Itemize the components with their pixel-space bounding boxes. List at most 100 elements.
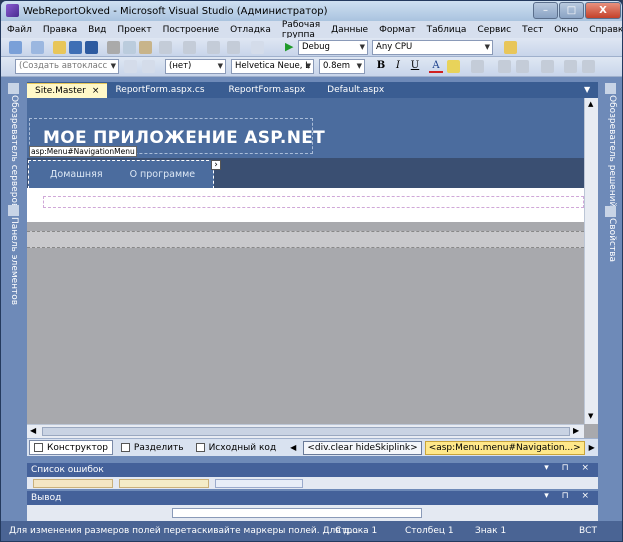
toolbox-tab[interactable]: Панель элементов	[9, 217, 19, 305]
close-tab-icon[interactable]: ×	[92, 84, 100, 98]
source-icon	[195, 443, 205, 452]
tag-crumb-menu[interactable]: <asp:Menu.menu#Navigation...>	[424, 440, 585, 455]
menu-table[interactable]: Таблица	[427, 25, 467, 35]
font-color-button[interactable]: A	[429, 59, 443, 73]
style-class-select[interactable]: (Создать автокласс ▼	[15, 59, 119, 74]
configuration-value: Debug	[302, 42, 330, 52]
menu-help[interactable]: Справка	[589, 25, 622, 35]
tab-default-aspx[interactable]: Default.aspx	[319, 83, 392, 98]
bold-button[interactable]: B	[374, 59, 388, 73]
start-debugging-icon[interactable]: ▶	[285, 40, 293, 53]
menu-tools[interactable]: Сервис	[477, 25, 511, 35]
minimize-button[interactable]: –	[533, 2, 558, 19]
menu-file[interactable]: Файл	[7, 25, 32, 35]
messages-filter-button[interactable]	[215, 479, 303, 488]
publish-icon[interactable]	[251, 41, 264, 54]
redo-icon[interactable]	[183, 41, 196, 54]
font-family-select[interactable]: Helvetica Neue, L ▼	[231, 59, 314, 74]
output-header[interactable]: Вывод ▾ ⊓ ×	[27, 491, 598, 505]
open-file-icon[interactable]	[53, 41, 66, 54]
output-body	[27, 505, 598, 521]
menu-debug[interactable]: Отладка	[230, 25, 271, 35]
outdent-icon[interactable]	[564, 60, 577, 73]
style-class-value: (Создать автокласс	[19, 61, 108, 71]
undo-icon[interactable]	[159, 41, 172, 54]
indent-icon[interactable]	[582, 60, 595, 73]
panel-controls[interactable]: ▾ ⊓ ×	[544, 491, 594, 501]
scroll-up-icon[interactable]: ▲	[588, 100, 593, 108]
crumb-scroll-left-icon[interactable]: ◀	[286, 443, 300, 452]
design-view-button[interactable]: Конструктор	[29, 440, 113, 455]
find-in-files-icon[interactable]	[504, 41, 517, 54]
menu-test[interactable]: Тест	[522, 25, 543, 35]
navigate-backward-icon[interactable]	[207, 41, 220, 54]
nav-item-about[interactable]: О программе	[130, 169, 196, 180]
menu-project[interactable]: Проект	[117, 25, 151, 35]
scroll-right-icon[interactable]: ▶	[573, 426, 579, 435]
menu-edit[interactable]: Правка	[43, 25, 77, 35]
content-placeholder	[43, 196, 584, 208]
save-all-icon[interactable]	[85, 41, 98, 54]
horizontal-scrollbar[interactable]: ◀ ▶	[27, 424, 584, 438]
configuration-select[interactable]: Debug ▼	[298, 40, 368, 55]
navigation-menu[interactable]: Домашняя О программе	[28, 160, 214, 189]
tab-list-dropdown-icon[interactable]: ▼	[584, 85, 594, 95]
font-size-select[interactable]: 0.8em ▼	[319, 59, 365, 74]
right-tool-strip: Обозреватель решений Свойства	[602, 81, 620, 461]
toolbox-icon	[8, 205, 19, 216]
tab-reportform-aspx[interactable]: ReportForm.aspx	[221, 83, 314, 98]
tag-crumb-div[interactable]: <div.clear hideSkiplink>	[303, 440, 422, 455]
smart-tag-arrow[interactable]: ›	[211, 160, 221, 170]
solution-explorer-tab[interactable]: Обозреватель решений	[607, 95, 617, 207]
menu-build[interactable]: Построение	[163, 25, 220, 35]
left-tool-strip: Обозреватель серверов Панель элементов	[5, 81, 23, 461]
block-format-select[interactable]: (нет) ▼	[165, 59, 226, 74]
errors-filter-button[interactable]	[33, 479, 113, 488]
nav-item-home[interactable]: Домашняя	[50, 169, 103, 180]
save-icon[interactable]	[69, 41, 82, 54]
source-view-button[interactable]: Исходный код	[192, 443, 281, 453]
error-list-header[interactable]: Список ошибок ▾ ⊓ ×	[27, 463, 598, 477]
scroll-down-icon[interactable]: ▼	[588, 412, 593, 420]
scroll-thumb[interactable]	[42, 427, 570, 436]
menu-format[interactable]: Формат	[379, 25, 416, 35]
status-line: Строка 1	[335, 526, 378, 536]
hyperlink-icon[interactable]	[541, 60, 554, 73]
tab-reportform-cs[interactable]: ReportForm.aspx.cs	[107, 83, 212, 98]
platform-select[interactable]: Any CPU ▼	[372, 40, 493, 55]
cut-icon[interactable]	[107, 41, 120, 54]
menu-data[interactable]: Данные	[331, 25, 368, 35]
menu-window[interactable]: Окно	[554, 25, 578, 35]
paste-icon[interactable]	[139, 41, 152, 54]
output-source-select[interactable]	[172, 508, 422, 518]
warnings-filter-button[interactable]	[119, 479, 209, 488]
align-icon[interactable]	[471, 60, 484, 73]
scroll-left-icon[interactable]: ◀	[30, 426, 36, 435]
solution-explorer-icon	[605, 83, 616, 94]
crumb-scroll-right-icon[interactable]: ▶	[585, 443, 599, 452]
tab-site-master[interactable]: Site.Master ×	[27, 83, 108, 98]
navigate-forward-icon[interactable]	[227, 41, 240, 54]
maximize-button[interactable]: □	[559, 2, 584, 19]
copy-icon[interactable]	[123, 41, 136, 54]
underline-button[interactable]: U	[408, 59, 422, 73]
numbered-list-icon[interactable]	[498, 60, 511, 73]
menu-team[interactable]: Рабочая группа	[282, 20, 320, 40]
main-content-area	[27, 188, 584, 222]
italic-button[interactable]: I	[391, 59, 405, 73]
server-explorer-tab[interactable]: Обозреватель серверов	[9, 95, 19, 208]
split-view-button[interactable]: Разделить	[117, 443, 188, 453]
panel-controls[interactable]: ▾ ⊓ ×	[544, 463, 594, 473]
new-project-icon[interactable]	[9, 41, 22, 54]
properties-tab[interactable]: Свойства	[607, 218, 617, 262]
close-button[interactable]: X	[585, 2, 621, 19]
add-item-icon[interactable]	[31, 41, 44, 54]
status-message: Для изменения размеров полей перетаскива…	[9, 526, 359, 536]
new-style-icon[interactable]	[124, 60, 137, 73]
split-label: Разделить	[133, 442, 184, 453]
attach-style-icon[interactable]	[142, 60, 155, 73]
vertical-scrollbar[interactable]: ▲ ▼	[584, 98, 598, 424]
menu-view[interactable]: Вид	[88, 25, 106, 35]
bullet-list-icon[interactable]	[516, 60, 529, 73]
highlight-icon[interactable]	[447, 60, 460, 73]
